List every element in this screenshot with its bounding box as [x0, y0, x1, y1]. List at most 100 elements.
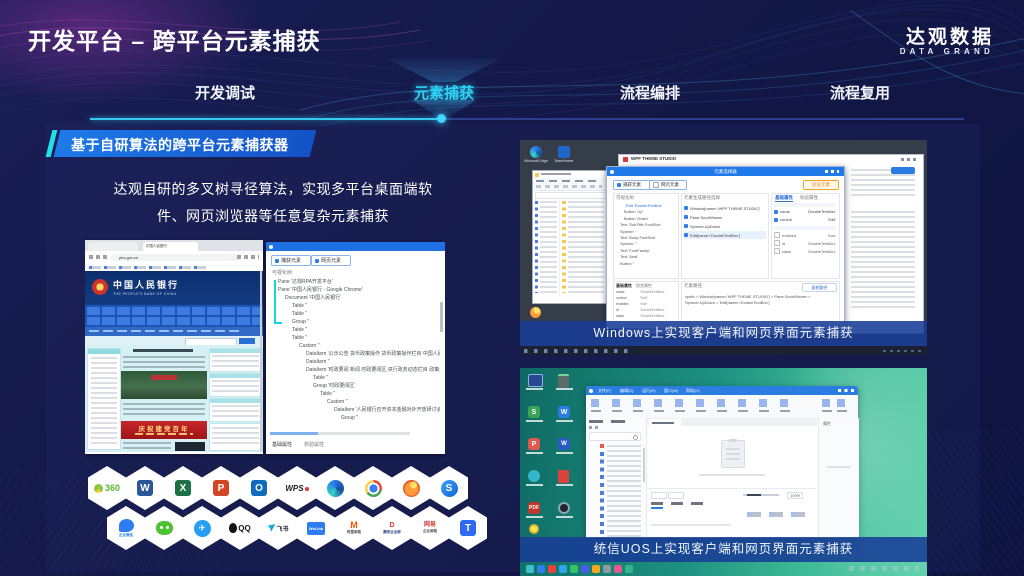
- tab-element-capture[interactable]: 元素捕获: [384, 82, 504, 103]
- page-title: 开发平台 – 跨平台元素捕获: [28, 22, 321, 56]
- notice-box4-text: [212, 427, 259, 447]
- snipaste-icon: [529, 524, 539, 534]
- dialog-web-chip: 网页元素: [649, 180, 687, 190]
- tree-item: Group '时政要闻区': [270, 382, 440, 390]
- left-sidebar: [87, 348, 121, 450]
- notice-box3: [209, 398, 263, 422]
- web-element-chip: 网页元素: [311, 255, 351, 266]
- pboc-site-name: 中国人民银行: [113, 278, 179, 291]
- path-title: 元素路径: [684, 283, 702, 289]
- wps-doc-icon: W: [558, 406, 570, 418]
- flow-canvas: 100%: [647, 418, 817, 538]
- check-row-selected: Edit[name='DoubleTextBox']: [684, 231, 766, 239]
- canvas-tabstrip: [647, 418, 817, 426]
- tree-item: Table '': [270, 302, 440, 310]
- tree-highlight-notch: [274, 322, 282, 324]
- bottom-prop-key: class: [616, 314, 624, 318]
- dialog-bottom-props: 基础属性 校验属性 name 'DoubleTextBox' control '…: [613, 281, 679, 325]
- pboc-nav: [85, 305, 263, 327]
- uos-caption: 统信UOS上实现客户端和网页界面元素捕获: [520, 537, 927, 562]
- icon-label: [556, 420, 573, 423]
- panel-mini-buttons: [589, 426, 599, 429]
- canvas-divider: [647, 488, 817, 489]
- check-row: Pane.ScrollViewer: [684, 213, 766, 221]
- pboc-header: 中国人民银行 THE PEOPLE'S BANK OF CHINA: [85, 271, 263, 305]
- tree-item: Group '': [270, 318, 440, 326]
- icon-label: [526, 420, 543, 423]
- nav-row2: [87, 317, 261, 325]
- notice-box2: [209, 373, 263, 397]
- tree-item: Pane '中国人民银行 - Google Chrome': [270, 286, 440, 294]
- log-action-buttons: [747, 512, 811, 517]
- tree-labels: [540, 201, 557, 293]
- browser-tab-active: 中国人民银行: [143, 242, 198, 251]
- teamviewer-desktop-icon: [558, 146, 570, 158]
- wps-pdf-icon: PDF: [528, 502, 540, 514]
- tree-item: Table '': [270, 334, 440, 342]
- prop-row: class'DoubleTextBox': [774, 248, 836, 254]
- component-panel: [586, 418, 647, 538]
- empty-hint-text: [699, 474, 765, 476]
- collapse-all-button: [668, 492, 684, 499]
- dock-tray-icons: [849, 566, 919, 571]
- tree-highlight-line: [274, 280, 276, 324]
- h-scroll-track: [270, 432, 410, 435]
- address-bar: pbc.gov.cn: [111, 254, 241, 261]
- notice-box1-text: [212, 355, 259, 369]
- dialog-titlebar: 元素选择器: [607, 167, 844, 176]
- zoom-slider-fill: [747, 494, 761, 496]
- news-photo: [121, 371, 207, 399]
- pboc-body: 庆祝建党百年: [85, 345, 263, 452]
- check-row: Spinner.UpDown: [684, 222, 766, 230]
- tree-item: Table '': [270, 390, 440, 398]
- dialog-tree: Edit 'DoubleTextBox' Button 'Up' Button …: [616, 203, 676, 275]
- expand-all-button: [651, 492, 667, 499]
- icon-label: [556, 484, 573, 487]
- props-tab: 基础属性: [272, 441, 292, 448]
- badge-label: 基于自研算法的跨平台元素捕获器: [71, 135, 289, 155]
- dock-icon: [548, 565, 556, 573]
- subnav-items: [89, 330, 239, 332]
- property-panel-label: 属性: [823, 421, 831, 427]
- computer-icon: [528, 374, 543, 387]
- dialog-path-panel: 元素生成路径选择 Window[name='WPF THEME STUDIO']…: [681, 193, 769, 279]
- props-section-bar: [774, 203, 836, 207]
- photo-banner: [151, 375, 177, 380]
- props-tab: 校验属性: [800, 195, 818, 201]
- chrome-toolbar: pbc.gov.cn: [85, 251, 263, 263]
- tab-flow-orchestration[interactable]: 流程编排: [590, 82, 710, 103]
- tree-item: Table '': [270, 310, 440, 318]
- check-row: Window[name='WPF THEME STUDIO']: [684, 204, 766, 212]
- notice-box2-header: [210, 374, 262, 378]
- icon-label: [526, 452, 543, 455]
- wpf-studio-logo: [623, 157, 628, 162]
- dialog-tree-label: 可视化树: [616, 195, 634, 201]
- tab-flow-reuse[interactable]: 流程复用: [800, 82, 920, 103]
- icon-label: [556, 516, 573, 519]
- toolbar-icons: [237, 255, 259, 259]
- tree-item: Button '': [616, 261, 676, 267]
- tree-item: Custom '': [270, 342, 440, 350]
- bottom-prop-val: 'DoubleTextBox': [640, 290, 676, 294]
- notice-box4: [209, 423, 263, 451]
- progress-line-lit: [90, 118, 442, 120]
- pboc-searchrow: [85, 336, 263, 345]
- wpf-right-text2: [851, 211, 915, 311]
- datagrand-logo: 达观数据: [906, 22, 994, 49]
- browser-tab: [88, 242, 138, 251]
- web-checkbox: [315, 259, 319, 263]
- bottom-prop-key: name: [616, 290, 625, 294]
- h-scroll-thumb: [270, 432, 318, 435]
- panel-scrollbar: [440, 302, 443, 332]
- browser-app-icon: [558, 502, 570, 514]
- dock-icon: [614, 565, 622, 573]
- description-line2: 件、网页浏览器等任意复杂元素捕获: [100, 203, 446, 230]
- uos-screenshot: S W P W PDF 文件(F) 编辑(E) 运行(R) 窗口(W) 帮助(H…: [520, 368, 927, 576]
- component-tabs: [589, 420, 629, 423]
- verify-element-button: 验证元素: [803, 180, 839, 190]
- tab-dev-debug[interactable]: 开发调试: [165, 82, 285, 103]
- props-tab-active: 基础属性: [775, 195, 793, 202]
- props-section-bar2: [774, 226, 836, 230]
- progress-dot: [437, 114, 446, 123]
- clipboard-clip: [729, 439, 737, 442]
